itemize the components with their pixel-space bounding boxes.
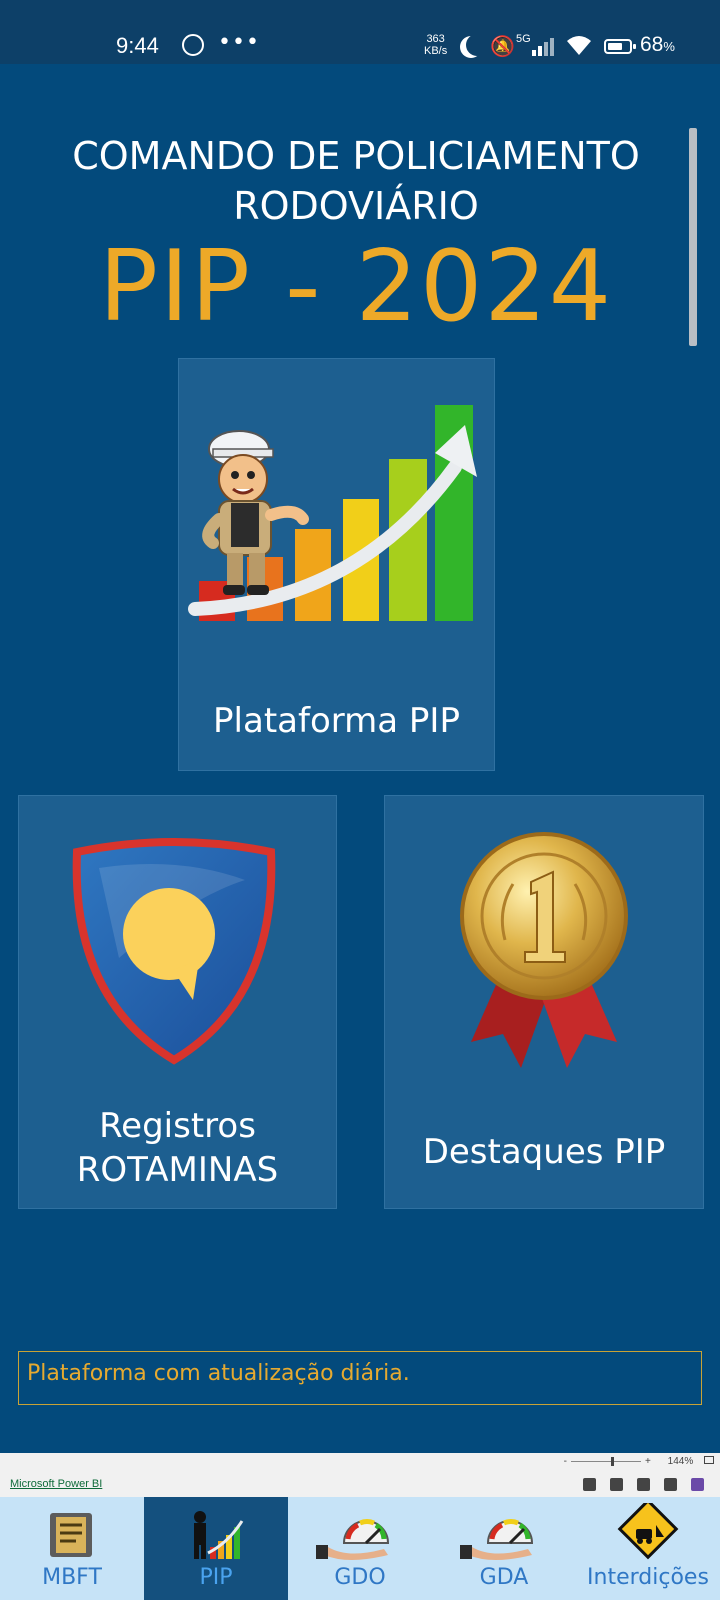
law-book-icon — [50, 1513, 92, 1557]
muted-bell-icon: 🔕 — [490, 34, 515, 58]
destaques-pip-tile[interactable]: Destaques PIP — [384, 795, 704, 1209]
embed-icon[interactable] — [691, 1478, 704, 1491]
zoom-in-button[interactable]: + — [645, 1456, 651, 1467]
zoom-level: 144% — [667, 1456, 694, 1467]
growth-chart-icon — [194, 1511, 244, 1559]
nav-mbft[interactable]: MBFT — [0, 1497, 144, 1600]
whatsapp-icon — [182, 34, 204, 56]
registros-rotaminas-tile[interactable]: Registros ROTAMINAS — [18, 795, 337, 1209]
network-type: 5G — [516, 33, 531, 45]
battery-fill — [608, 43, 622, 50]
linkedin-icon[interactable] — [637, 1478, 650, 1491]
facebook-icon[interactable] — [583, 1478, 596, 1491]
fit-to-page-icon[interactable] — [704, 1456, 714, 1464]
speed-unit: KB/s — [424, 45, 448, 57]
speed-value: 363 — [426, 33, 445, 45]
twitter-icon[interactable] — [610, 1478, 623, 1491]
header-line-2: RODOVIÁRIO — [233, 184, 479, 228]
zoom-out-button[interactable]: - — [564, 1456, 567, 1467]
nav-gdo-label: GDO — [334, 1565, 386, 1590]
nav-mbft-label: MBFT — [42, 1565, 102, 1590]
status-time: 9:44 — [116, 33, 159, 58]
powerbi-footer: - + 144% Microsoft Power BI — [0, 1453, 720, 1497]
nav-gda-label: GDA — [479, 1565, 529, 1590]
registros-label-line1: Registros — [99, 1106, 256, 1146]
signal-icon — [532, 36, 556, 56]
nav-interdicoes[interactable]: Interdições — [576, 1497, 720, 1600]
network-speed: 363 KB/s — [424, 33, 447, 57]
share-icons — [583, 1478, 704, 1491]
header-line-1: COMANDO DE POLICIAMENTO — [72, 134, 640, 178]
share-icon[interactable] — [664, 1478, 677, 1491]
registros-label-line2: ROTAMINAS — [76, 1150, 279, 1190]
nav-pip[interactable]: PIP — [144, 1497, 288, 1600]
wifi-icon — [567, 36, 591, 55]
shield-chat-icon — [72, 838, 276, 1065]
battery-percent: 68% — [640, 33, 675, 56]
nav-interdicoes-label: Interdições — [587, 1565, 709, 1590]
battery-icon — [604, 39, 636, 54]
status-bar: 9:44 ••• 363 KB/s 🔕 5G 68% — [0, 0, 720, 64]
zoom-control[interactable]: - + 144% — [564, 1456, 714, 1467]
gauge-hand-icon — [316, 1519, 390, 1560]
more-notifications-icon: ••• — [218, 30, 260, 55]
powerbi-link[interactable]: Microsoft Power BI — [10, 1478, 102, 1490]
bottom-navigation: MBFT PIP GDO GDA Interdições — [0, 1497, 720, 1600]
nav-gda[interactable]: GDA — [432, 1497, 576, 1600]
info-banner: Plataforma com atualização diária. — [18, 1351, 702, 1405]
nav-gdo[interactable]: GDO — [288, 1497, 432, 1600]
destaques-pip-label: Destaques PIP — [422, 1132, 666, 1172]
road-warning-icon — [617, 1503, 679, 1560]
police-growth-chart-icon — [188, 405, 477, 621]
page-title: PIP - 2024 — [98, 230, 614, 344]
plataforma-pip-label: Plataforma PIP — [213, 701, 460, 741]
do-not-disturb-icon — [466, 34, 488, 56]
gauge-hand-icon — [460, 1519, 534, 1560]
info-text: Plataforma com atualização diária. — [27, 1361, 410, 1386]
gold-medal-icon — [460, 832, 628, 1068]
scrollbar[interactable] — [689, 128, 697, 346]
plataforma-pip-tile[interactable]: Plataforma PIP — [178, 358, 495, 771]
nav-pip-label: PIP — [199, 1565, 233, 1590]
zoom-slider[interactable] — [571, 1456, 642, 1466]
